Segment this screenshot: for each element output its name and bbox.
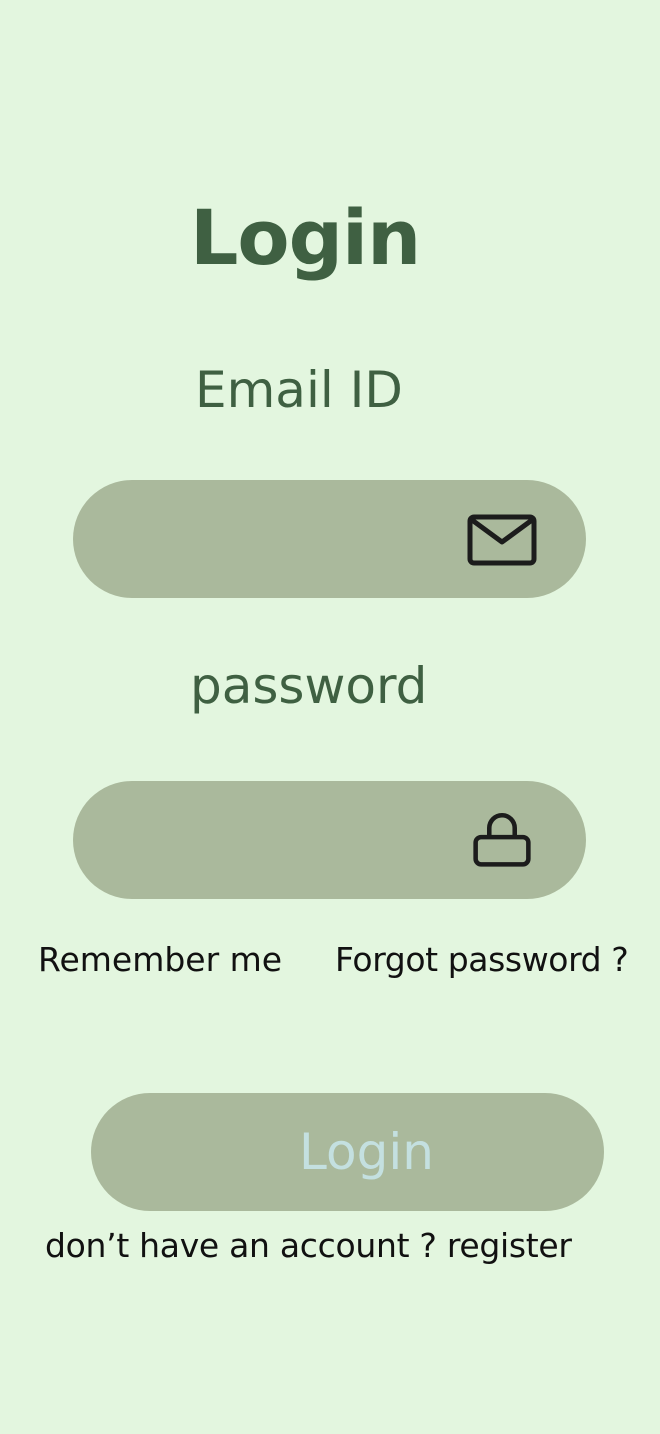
- register-link[interactable]: register: [447, 1226, 572, 1265]
- password-input[interactable]: [113, 781, 457, 901]
- email-label: Email ID: [195, 361, 403, 419]
- lock-icon: [473, 813, 531, 867]
- password-field[interactable]: [73, 781, 586, 901]
- password-label: password: [190, 657, 428, 715]
- forgot-password-link[interactable]: Forgot password ?: [335, 940, 629, 980]
- mail-icon: [467, 514, 537, 566]
- remember-me-option[interactable]: Remember me: [38, 940, 282, 980]
- email-field[interactable]: [73, 480, 586, 600]
- register-prompt: don’t have an account ? register: [45, 1226, 572, 1266]
- login-button[interactable]: Login: [91, 1093, 604, 1211]
- register-prompt-text: don’t have an account ?: [45, 1226, 447, 1265]
- email-input[interactable]: [113, 480, 457, 600]
- page-title: Login: [190, 193, 421, 282]
